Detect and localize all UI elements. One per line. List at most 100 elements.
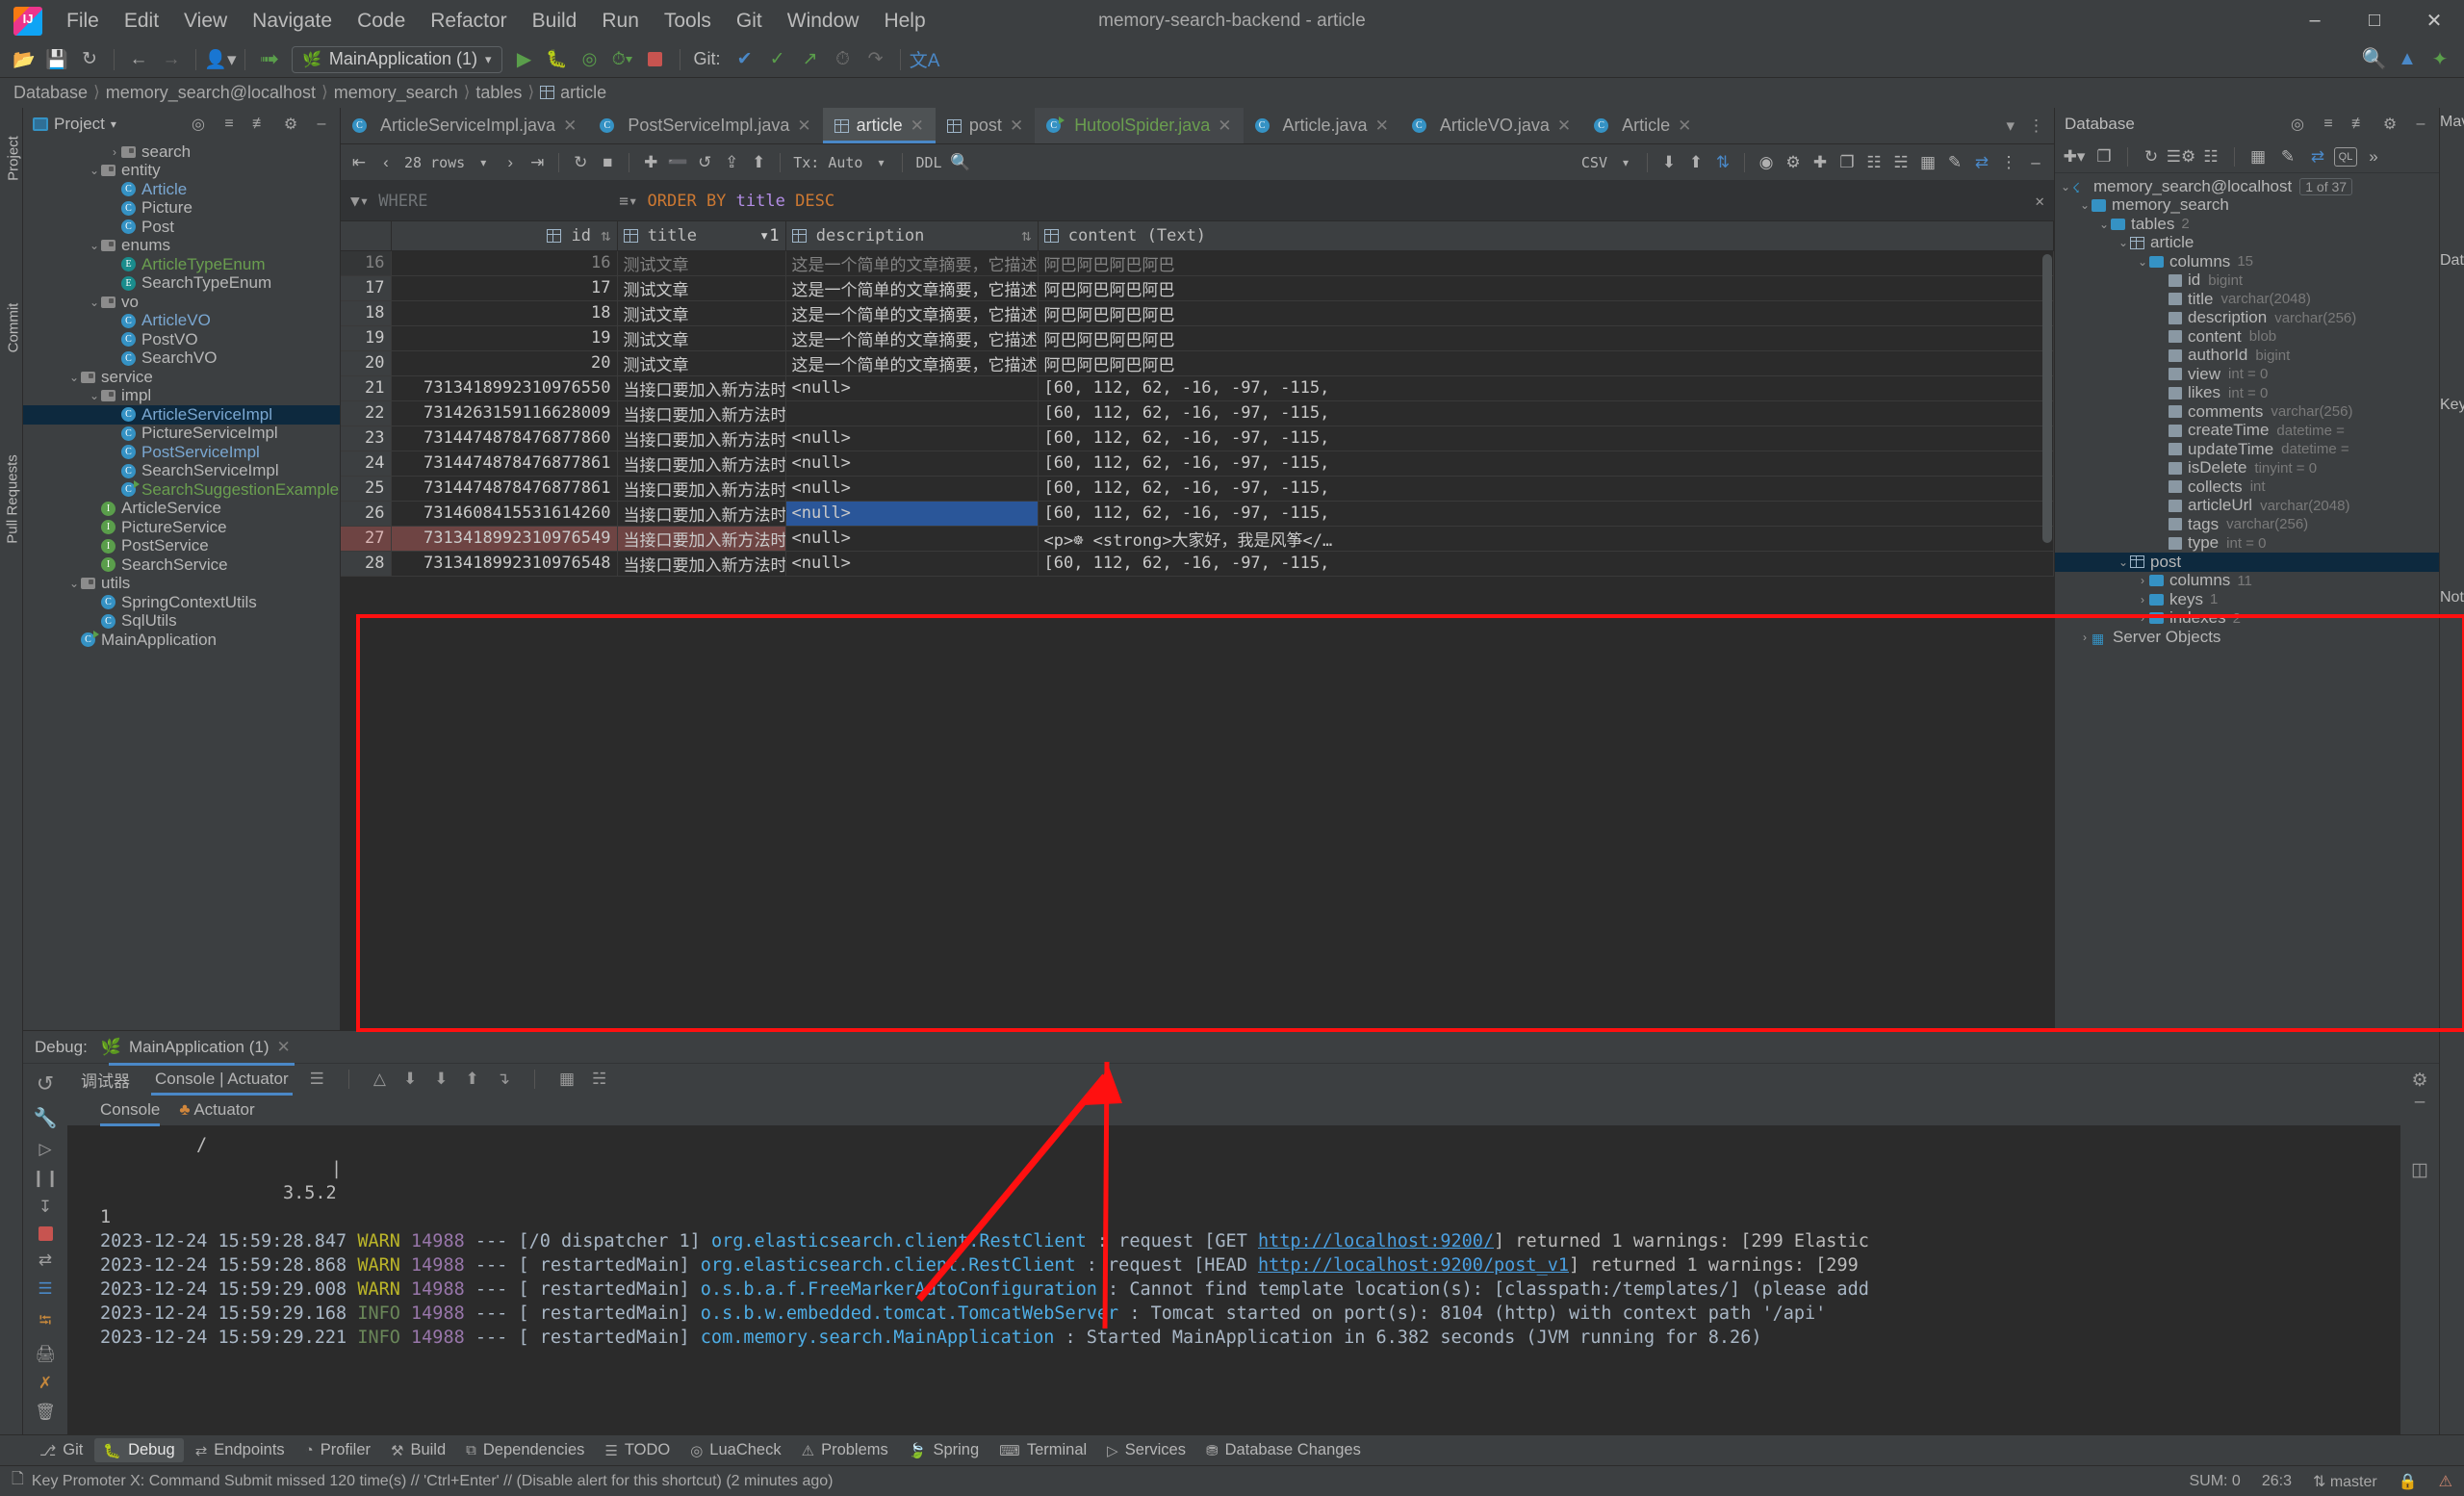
hide-panel-icon[interactable]: –	[2415, 1092, 2426, 1113]
tool-window-button-todo[interactable]: ☰ TODO	[596, 1438, 679, 1462]
project-tree-item[interactable]: ⌄ enums	[23, 236, 340, 256]
row-number-cell[interactable]: 18	[341, 300, 392, 326]
cell-id[interactable]: 7314263159116628009	[391, 400, 618, 426]
table-row[interactable]: 267314608415531614260当接口要加入新方法时，我后悔<null…	[341, 501, 2054, 527]
cell-id[interactable]: 7314608415531614260	[391, 501, 618, 527]
add-row-icon[interactable]: ✚	[638, 150, 663, 175]
cell-content[interactable]: [60, 112, 62, -16, -97, -115,	[1038, 451, 2054, 477]
tree-expander-icon[interactable]: ⌄	[67, 577, 81, 590]
modify-icon[interactable]: ✎	[2274, 144, 2301, 169]
step-over-icon[interactable]: ⬇	[403, 1070, 417, 1089]
database-tree-item[interactable]: updateTime datetime =	[2055, 440, 2439, 459]
console-output[interactable]: / | 3.5.2 1 2023-12-24 15:59:28.847 WARN 149…	[67, 1125, 2400, 1434]
cell-id[interactable]: 20	[391, 350, 618, 376]
tree-expander-icon[interactable]: ⌄	[88, 389, 101, 402]
git-push-icon[interactable]: ↗	[794, 45, 827, 74]
cell-id[interactable]: 7313418992310976548	[391, 551, 618, 577]
database-tree-item[interactable]: ⌄ tables 2	[2055, 215, 2439, 234]
rail-item-commit[interactable]: Commit	[0, 281, 23, 387]
revert-icon[interactable]: ↺	[692, 150, 717, 175]
reload-icon[interactable]: ↻	[568, 150, 593, 175]
next-page-icon[interactable]: ›	[498, 150, 523, 175]
ide-update-icon[interactable]: ▲	[2391, 45, 2424, 74]
cell-title[interactable]: 当接口要加入新方法时，我后悔	[617, 451, 786, 477]
result-table-body[interactable]: 1616测试文章这是一个简单的文章摘要，它描述了这个阿巴阿巴阿巴阿巴1717测试…	[341, 250, 2054, 577]
translate-icon[interactable]: 文A	[909, 45, 941, 74]
menu-item-navigate[interactable]: Navigate	[240, 6, 345, 37]
scroll-from-source-icon[interactable]: ◎	[186, 113, 211, 136]
cell-title[interactable]: 当接口要加入新方法时，我后悔	[617, 375, 786, 401]
data-source-properties-icon[interactable]: ☰⚙	[2167, 144, 2195, 169]
cell-content[interactable]: 阿巴阿巴阿巴阿巴	[1038, 250, 2054, 276]
git-commit-icon[interactable]: ✔	[729, 45, 761, 74]
more-icon[interactable]: ⋮	[2028, 116, 2044, 136]
database-tree-item[interactable]: createTime datetime =	[2055, 421, 2439, 441]
database-tree-item[interactable]: comments varchar(256)	[2055, 402, 2439, 422]
filter-icon[interactable]: ▼▾	[350, 192, 369, 210]
tree-expander-icon[interactable]: ⌄	[2117, 555, 2130, 569]
sort-icon[interactable]: ⇅	[1710, 150, 1735, 175]
row-number-cell[interactable]: 27	[341, 526, 392, 552]
cell-description[interactable]	[785, 400, 1039, 426]
git-rollback-icon[interactable]: ↷	[860, 45, 892, 74]
table-row[interactable]: 1616测试文章这是一个简单的文章摘要，它描述了这个阿巴阿巴阿巴阿巴	[341, 250, 2054, 276]
navigate-back-icon[interactable]: ←	[122, 45, 155, 74]
db-console-icon[interactable]: ☷	[1861, 150, 1886, 175]
prev-page-icon[interactable]: ‹	[373, 150, 398, 175]
project-tree-item[interactable]: I PostService	[23, 536, 340, 556]
open-table-icon[interactable]: ▦	[2245, 144, 2272, 169]
edit-pencil-icon[interactable]: ✎	[1942, 150, 1967, 175]
tool-window-button-profiler[interactable]: ◔ Profiler	[296, 1438, 379, 1462]
disconnect-icon[interactable]: ☷	[2197, 144, 2224, 169]
tab-console[interactable]: Console	[100, 1100, 161, 1126]
project-tree-item[interactable]: C Article	[23, 180, 340, 199]
rail-item-project[interactable]: Project	[0, 117, 23, 204]
database-tree-item[interactable]: › indexes 2	[2055, 608, 2439, 629]
duplicate-icon[interactable]: ❐	[1835, 150, 1860, 175]
project-tree-item[interactable]: ⌄ impl	[23, 386, 340, 406]
tree-expander-icon[interactable]: ›	[2136, 574, 2149, 587]
project-tree-item[interactable]: C SpringContextUtils	[23, 593, 340, 612]
trash-icon[interactable]: 🗑	[30, 1403, 61, 1422]
clear-filter-icon[interactable]: ✕	[2035, 192, 2044, 210]
import-icon[interactable]: ⬇	[1656, 150, 1681, 175]
copy-icon[interactable]: ❐	[2091, 144, 2118, 169]
cell-title[interactable]: 当接口要加入新方法时，我后悔	[617, 551, 786, 577]
step-into-icon[interactable]: ↧	[30, 1198, 61, 1217]
cell-description[interactable]: 这是一个简单的文章摘要，它描述了这个	[785, 275, 1039, 301]
mute-breakpoints-icon[interactable]: 🔧	[30, 1106, 61, 1130]
database-tree-item[interactable]: type int = 0	[2055, 533, 2439, 554]
table-row[interactable]: 247314474878476877861当接口要加入新方法时，我后悔<null…	[341, 451, 2054, 477]
breadcrumb-database[interactable]: Database	[13, 83, 88, 103]
tool-window-button-build[interactable]: ⚒ Build	[382, 1438, 454, 1462]
rail-item-pull-requests[interactable]: Pull Requests	[0, 426, 23, 589]
rail-item-key-promoter[interactable]: Key Promoter X	[2440, 397, 2464, 414]
settings-sync-icon[interactable]: ✦	[2424, 45, 2456, 74]
tool-window-button-debug[interactable]: 🐛 Debug	[94, 1438, 184, 1462]
tool-window-button-endpoints[interactable]: ⇄ Endpoints	[187, 1438, 294, 1462]
grid-vertical-scrollbar[interactable]	[2042, 254, 2052, 543]
tx-chevron-icon[interactable]: ▾	[868, 150, 893, 175]
table-row[interactable]: 237314474878476877860当接口要加入新方法时，我后悔<null…	[341, 426, 2054, 451]
menu-item-window[interactable]: Window	[775, 6, 872, 37]
table-row[interactable]: 257314474878476877861当接口要加入新方法时，我后悔<null…	[341, 476, 2054, 502]
project-tree-item[interactable]: C ArticleServiceImpl	[23, 405, 340, 425]
close-icon[interactable]: ✕	[277, 1038, 291, 1057]
search-icon[interactable]: 🔍	[948, 150, 973, 175]
collapse-all-icon[interactable]: ≢	[2347, 113, 2372, 136]
resume-program-icon[interactable]: ↺	[30, 1071, 61, 1096]
first-page-icon[interactable]: ⇤	[346, 150, 372, 175]
table-row[interactable]: 227314263159116628009当接口要加入新方法时，我后悔 [60, …	[341, 400, 2054, 426]
project-tree-item[interactable]: ⌄ vo	[23, 293, 340, 312]
tree-expander-icon[interactable]: ›	[2078, 631, 2092, 644]
row-count-chevron-icon[interactable]: ▾	[471, 150, 496, 175]
project-tree-item[interactable]: C MainApplication	[23, 631, 340, 650]
cell-description[interactable]: <null>	[785, 426, 1039, 451]
project-tree-item[interactable]: › search	[23, 142, 340, 162]
row-number-cell[interactable]: 25	[341, 476, 392, 502]
tree-expander-icon[interactable]: ⌄	[2136, 255, 2149, 269]
menu-item-help[interactable]: Help	[871, 6, 937, 37]
cell-id[interactable]: 19	[391, 325, 618, 351]
row-count-label[interactable]: 28 rows	[400, 154, 469, 171]
database-tree-item[interactable]: ⌄ post	[2055, 553, 2439, 572]
